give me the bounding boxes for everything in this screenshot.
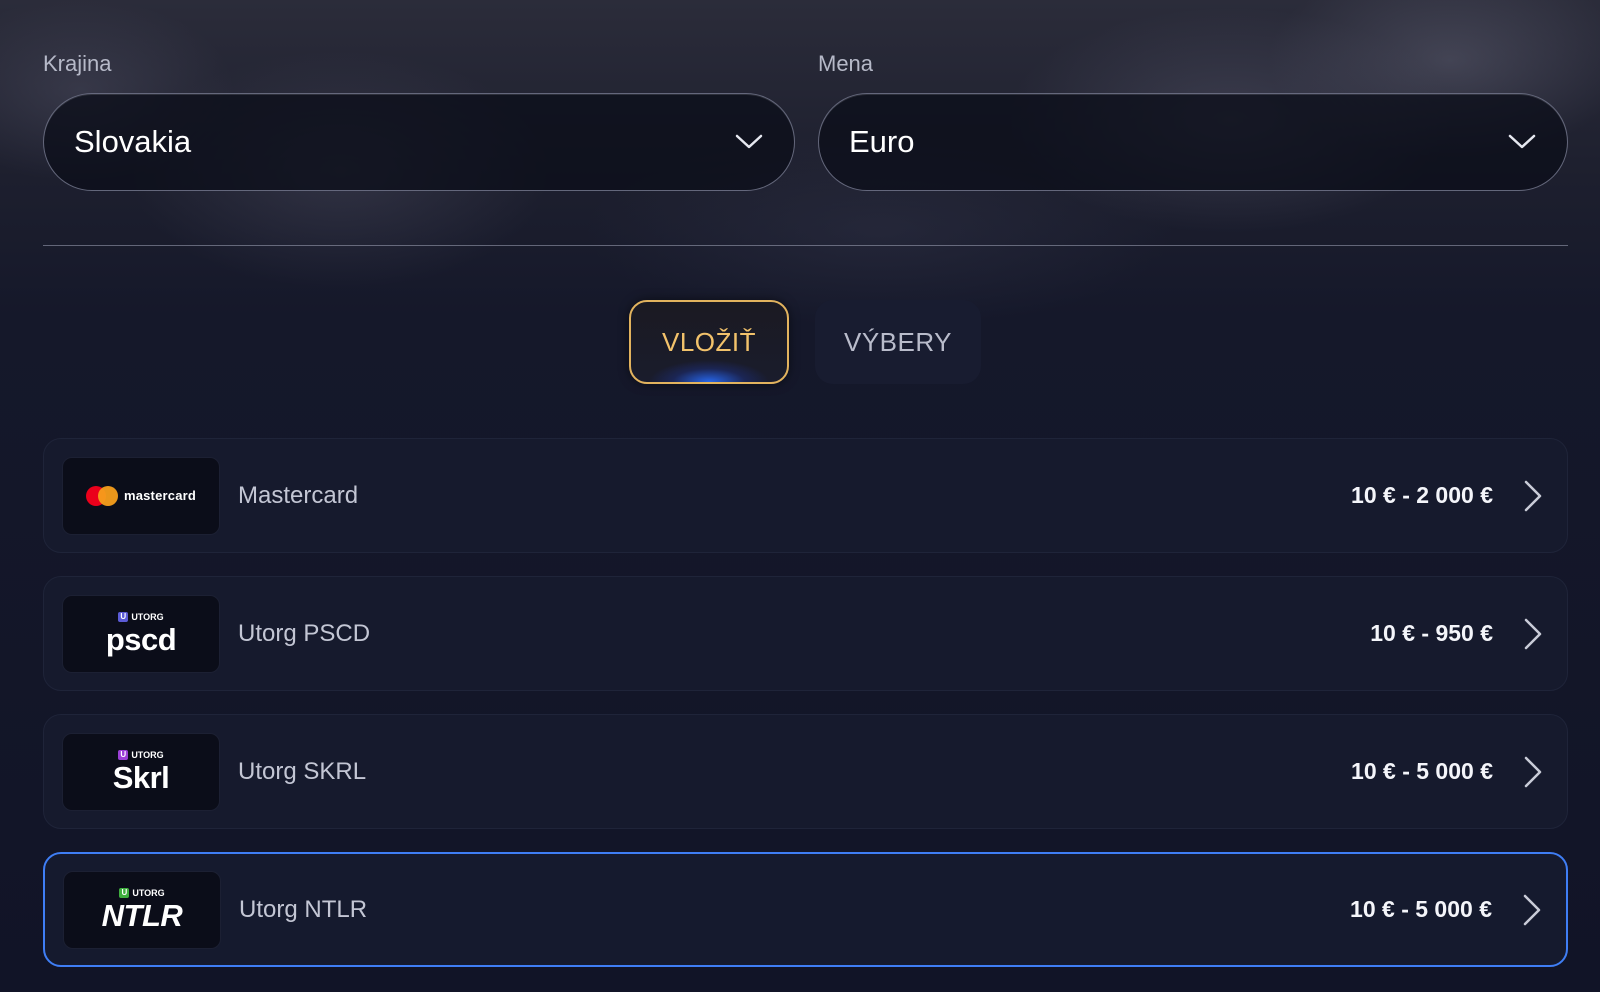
payment-method-utorg-skrl[interactable]: U UTORG Skrl Utorg SKRL 10 € - 5 000 € — [43, 714, 1568, 829]
country-select[interactable]: Slovakia — [43, 93, 795, 191]
divider — [43, 245, 1568, 246]
payment-method-name: Mastercard — [238, 481, 359, 509]
utorg-badge-icon: U — [119, 888, 130, 898]
payment-method-range: 10 € - 5 000 € — [1351, 758, 1493, 784]
currency-label: Mena — [818, 51, 874, 76]
utorg-logo-text: UTORG — [131, 749, 164, 760]
chevron-down-icon — [734, 127, 764, 157]
payment-method-list: mastercard Mastercard 10 € - 2 000 € U U… — [43, 438, 1568, 990]
country-select-value: Slovakia — [74, 124, 192, 159]
tab-withdrawals[interactable]: VÝBERY — [815, 300, 981, 384]
ntlr-logo-text: NTLR — [101, 898, 183, 933]
utorg-ntlr-logo: U UTORG NTLR — [63, 870, 221, 949]
payment-method-utorg-ntlr[interactable]: U UTORG NTLR Utorg NTLR 10 € - 5 000 € — [43, 852, 1568, 967]
chevron-right-icon — [1522, 893, 1544, 927]
utorg-logo-text: UTORG — [132, 887, 165, 898]
mastercard-logo: mastercard — [62, 456, 220, 535]
utorg-logo-text: UTORG — [131, 611, 164, 622]
mastercard-circles-icon — [85, 485, 118, 506]
payment-method-range: 10 € - 2 000 € — [1351, 482, 1493, 508]
payment-method-name: Utorg PSCD — [238, 619, 371, 647]
mastercard-logo-text: mastercard — [123, 488, 197, 503]
utorg-pscd-logo: U UTORG pscd — [62, 594, 220, 673]
payment-method-range: 10 € - 5 000 € — [1350, 896, 1492, 922]
chevron-right-icon — [1523, 755, 1545, 789]
utorg-badge-icon: U — [118, 612, 129, 622]
payment-method-utorg-pscd[interactable]: U UTORG pscd Utorg PSCD 10 € - 950 € — [43, 576, 1568, 691]
chevron-down-icon — [1507, 127, 1537, 157]
payment-method-name: Utorg NTLR — [239, 895, 368, 923]
skrl-logo-text: Skrl — [112, 760, 170, 795]
chevron-right-icon — [1523, 479, 1545, 513]
tab-deposit[interactable]: VLOŽIŤ — [629, 300, 789, 384]
pscd-logo-text: pscd — [105, 622, 177, 657]
utorg-skrl-logo: U UTORG Skrl — [62, 732, 220, 811]
payment-method-range: 10 € - 950 € — [1370, 620, 1493, 646]
chevron-right-icon — [1523, 617, 1545, 651]
currency-select-value: Euro — [849, 124, 915, 159]
payment-method-mastercard[interactable]: mastercard Mastercard 10 € - 2 000 € — [43, 438, 1568, 553]
payment-method-name: Utorg SKRL — [238, 757, 367, 785]
country-label: Krajina — [43, 51, 112, 76]
currency-select[interactable]: Euro — [818, 93, 1568, 191]
utorg-badge-icon: U — [118, 750, 129, 760]
